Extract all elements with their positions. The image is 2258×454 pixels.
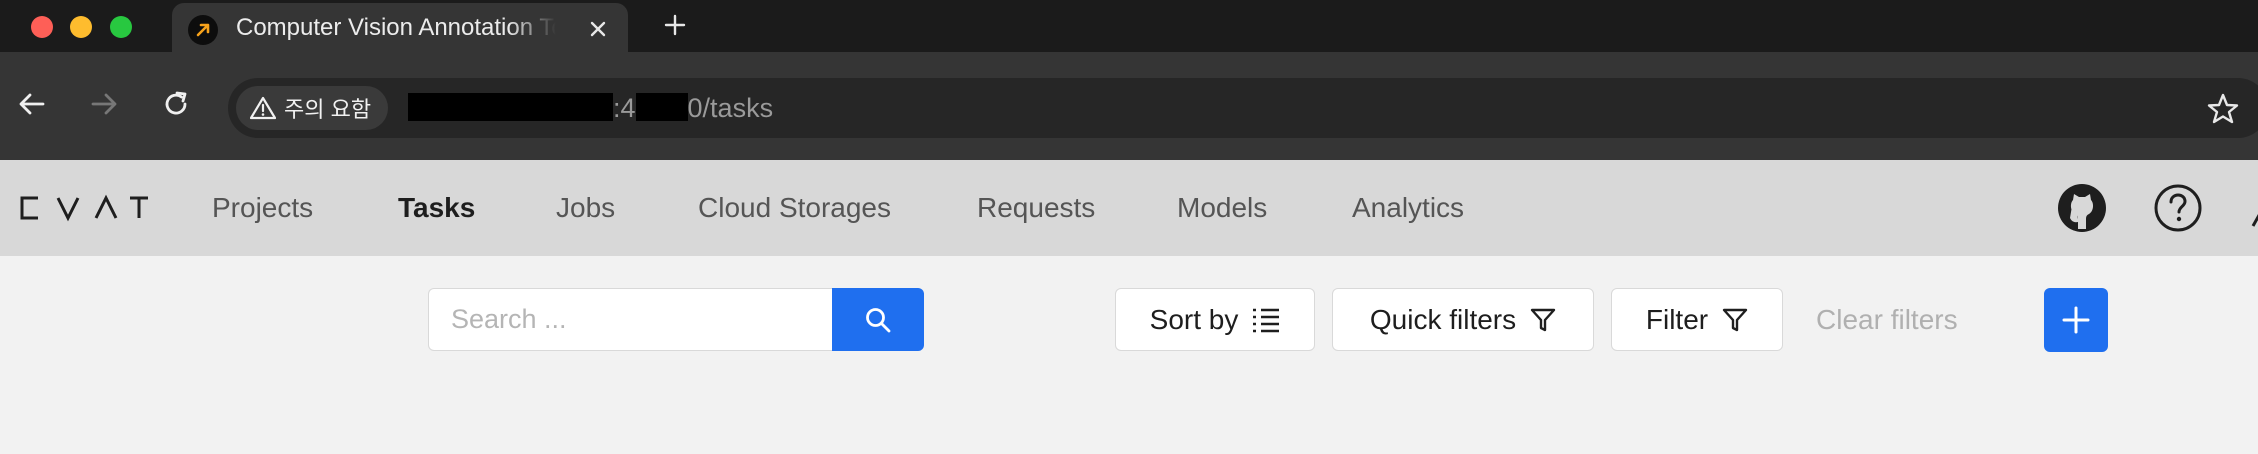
browser-tab[interactable]: Computer Vision Annotation Tool: [172, 3, 628, 52]
quick-filters-label: Quick filters: [1369, 303, 1517, 335]
nav-tasks[interactable]: Tasks: [398, 190, 475, 226]
nav-analytics[interactable]: Analytics: [1352, 190, 1464, 226]
security-indicator[interactable]: 주의 요함: [236, 86, 388, 130]
url-path: 0/tasks: [687, 93, 774, 123]
task-search: [428, 288, 924, 351]
back-arrow-icon[interactable]: [10, 82, 54, 126]
redacted-host: [408, 93, 613, 121]
sort-by-button[interactable]: Sort by: [1115, 288, 1315, 351]
cvat-logo[interactable]: [18, 188, 150, 228]
window-close-button[interactable]: [31, 16, 53, 38]
nav-jobs[interactable]: Jobs: [556, 190, 615, 226]
filter-button[interactable]: Filter: [1611, 288, 1783, 351]
app-header: Projects Tasks Jobs Cloud Storages Reque…: [0, 160, 2258, 256]
window-zoom-button[interactable]: [110, 16, 132, 38]
help-icon[interactable]: [2152, 182, 2204, 234]
forward-arrow-icon[interactable]: [82, 82, 126, 126]
nav-requests[interactable]: Requests: [977, 190, 1095, 226]
warning-icon: [250, 96, 276, 120]
funnel-icon: [1722, 308, 1748, 331]
search-icon: [866, 307, 891, 332]
plus-icon[interactable]: [660, 10, 690, 40]
funnel-icon: [1530, 308, 1556, 331]
close-icon[interactable]: [584, 15, 612, 43]
quick-filters-button[interactable]: Quick filters: [1332, 288, 1594, 351]
browser-toolbar: 주의 요함 :4 0/tasks: [0, 52, 2258, 160]
github-icon[interactable]: [2056, 182, 2108, 234]
nav-models[interactable]: Models: [1177, 190, 1267, 226]
search-input[interactable]: [428, 288, 833, 351]
reload-icon[interactable]: [154, 82, 198, 126]
search-button[interactable]: [832, 288, 924, 351]
sort-list-icon: [1253, 308, 1280, 332]
plus-icon: [2062, 306, 2090, 334]
tab-title: Computer Vision Annotation Tool: [236, 14, 556, 41]
arrow-up-right-icon: [188, 15, 218, 45]
url-host-suffix: :4: [613, 93, 636, 123]
nav-cloud-storages[interactable]: Cloud Storages: [698, 190, 891, 226]
star-icon[interactable]: [2206, 92, 2240, 126]
filter-label: Filter: [1645, 303, 1709, 335]
address-bar[interactable]: 주의 요함 :4 0/tasks: [228, 78, 2258, 138]
sort-by-label: Sort by: [1149, 303, 1239, 335]
nav-projects[interactable]: Projects: [212, 190, 313, 226]
clear-filters-button[interactable]: Clear filters: [1816, 300, 1958, 340]
security-label: 주의 요함: [284, 97, 372, 122]
browser-titlebar: Computer Vision Annotation Tool: [0, 0, 2258, 52]
redacted-port: [635, 93, 688, 121]
create-task-button[interactable]: [2044, 288, 2108, 352]
window-minimize-button[interactable]: [70, 16, 92, 38]
user-menu-icon[interactable]: [2248, 182, 2258, 234]
url-text[interactable]: :4 0/tasks: [408, 92, 773, 124]
